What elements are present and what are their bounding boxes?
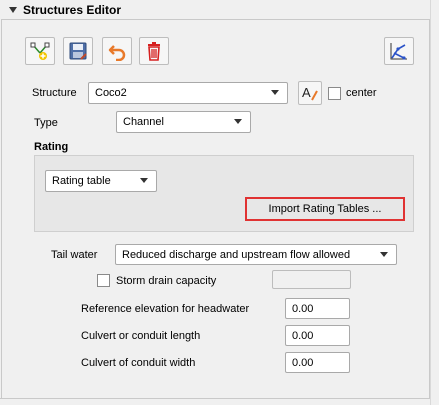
panel-scrollbar-gutter — [430, 0, 439, 405]
culvert-width-value: 0.00 — [292, 356, 314, 369]
center-checkbox[interactable] — [328, 87, 341, 100]
schematize-button[interactable] — [384, 37, 414, 65]
divider — [0, 398, 430, 399]
rating-label: Rating — [34, 141, 69, 153]
panel-title: Structures Editor — [23, 3, 122, 17]
structure-label: Structure — [32, 87, 77, 99]
culvert-length-value: 0.00 — [292, 329, 314, 342]
culvert-width-label: Culvert of conduit width — [81, 357, 196, 369]
culvert-length-field[interactable]: 0.00 — [285, 325, 350, 346]
type-label: Type — [34, 117, 58, 129]
import-rating-tables-button[interactable]: Import Rating Tables ... — [248, 200, 402, 218]
ref-elev-label: Reference elevation for headwater — [81, 303, 250, 315]
panel-header[interactable]: Structures Editor — [0, 0, 430, 20]
storm-drain-checkbox[interactable] — [97, 274, 110, 287]
delete-trash-icon — [148, 42, 160, 61]
save-icon — [69, 42, 87, 60]
rating-value: Rating table — [52, 175, 111, 187]
undo-arrow-icon — [108, 45, 126, 61]
collapse-caret-icon[interactable] — [9, 7, 17, 13]
schematize-icon — [390, 43, 407, 60]
center-label: center — [346, 87, 377, 99]
storm-drain-capacity-field[interactable] — [272, 270, 351, 289]
delete-button[interactable] — [139, 37, 169, 65]
rating-select[interactable]: Rating table — [45, 170, 157, 192]
culvert-length-label: Culvert or conduit length — [81, 330, 201, 342]
font-style-icon: A — [302, 85, 318, 101]
tailwater-label: Tail water — [51, 249, 98, 261]
ref-elev-value: 0.00 — [292, 302, 314, 315]
add-structure-button[interactable] — [25, 37, 55, 65]
storm-drain-label: Storm drain capacity — [116, 275, 217, 287]
chevron-down-icon — [380, 252, 388, 257]
svg-text:A: A — [302, 85, 311, 100]
ref-elev-field[interactable]: 0.00 — [285, 298, 350, 319]
add-structure-icon — [30, 42, 50, 60]
save-button[interactable] — [63, 37, 93, 65]
culvert-width-field[interactable]: 0.00 — [285, 352, 350, 373]
font-style-button[interactable]: A — [298, 81, 322, 105]
structure-select[interactable]: Coco2 — [88, 82, 288, 104]
import-button-label: Import Rating Tables ... — [268, 203, 382, 215]
tailwater-value: Reduced discharge and upstream flow allo… — [122, 248, 351, 261]
structure-value: Coco2 — [95, 87, 127, 99]
type-select[interactable]: Channel — [116, 111, 251, 133]
chevron-down-icon — [234, 119, 242, 124]
chevron-down-icon — [140, 178, 148, 183]
undo-button[interactable] — [102, 37, 132, 65]
type-value: Channel — [123, 116, 164, 128]
tailwater-select[interactable]: Reduced discharge and upstream flow allo… — [115, 244, 397, 265]
chevron-down-icon — [271, 90, 279, 95]
